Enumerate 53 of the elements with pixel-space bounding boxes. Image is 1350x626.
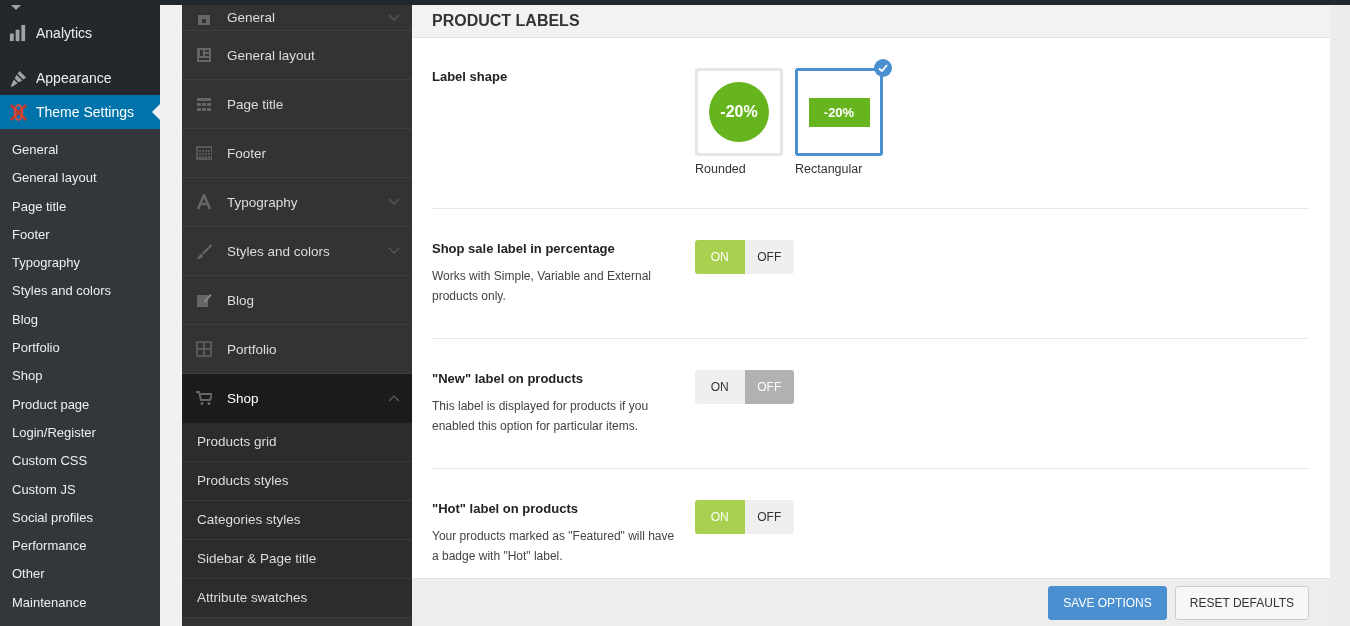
admin-menu-item[interactable]: Theme Settings (0, 95, 160, 129)
brush-icon (9, 68, 28, 88)
font-icon (196, 194, 212, 210)
submenu-item[interactable]: Blog (0, 305, 160, 335)
pointer-icon (152, 104, 160, 120)
submenu-item[interactable]: Social profiles (0, 503, 160, 533)
setting-label: Label shape (432, 68, 509, 86)
submenu-item[interactable]: Maintenance (0, 588, 160, 618)
submenu-item[interactable]: Portfolio (0, 334, 160, 363)
bar-chart-icon (9, 23, 28, 43)
setting-label: "New" label on products (432, 370, 584, 388)
setting-description: Works with Simple, Variable and External products only. (432, 268, 652, 305)
setting-description: This label is displayed for products if you enabled this option for particular items. (432, 398, 650, 435)
keyboard-icon (196, 145, 212, 161)
submenu-item[interactable]: Custom JS (0, 475, 160, 504)
setting-description: Your products marked as "Featured" will have a badge with "Hot" label. (432, 528, 676, 565)
grid-icon (196, 341, 212, 357)
check-icon (874, 59, 892, 77)
nav-subitem[interactable]: Attribute swatches (182, 579, 412, 618)
submenu-item[interactable]: Other (0, 560, 160, 589)
logo-icon (9, 102, 28, 122)
submenu-item[interactable]: Shop (0, 362, 160, 391)
sale-badge: -20% (709, 82, 769, 142)
admin-menu-item[interactable]: Analytics (0, 16, 160, 50)
layout-icon (196, 47, 212, 63)
grid-icon (196, 96, 212, 112)
submenu-item[interactable]: Product page (0, 390, 160, 419)
nav-subitem[interactable]: Products grid (182, 423, 412, 462)
submenu-item[interactable]: Styles and colors (0, 277, 160, 306)
section-title: PRODUCT LABELS (432, 12, 580, 30)
cart-icon (196, 390, 212, 406)
submenu-item[interactable]: General layout (0, 164, 160, 193)
edit-icon (196, 292, 212, 308)
submenu-item[interactable]: General (0, 136, 160, 165)
submenu-item[interactable]: Footer (0, 220, 160, 250)
nav-subitem[interactable]: Sidebar & Page title (182, 540, 412, 579)
nav-item[interactable]: Shop (182, 374, 412, 423)
nav-subitem[interactable]: Categories styles (182, 501, 412, 540)
nav-item[interactable]: General (182, 5, 412, 31)
sale-badge: -20% (808, 97, 870, 127)
brush-icon (196, 243, 212, 259)
nav-subitem[interactable]: Products styles (182, 462, 412, 501)
option-caption: Rounded (695, 162, 747, 176)
submenu-item[interactable]: Custom CSS (0, 447, 160, 476)
submenu-item[interactable]: Typography (0, 249, 160, 278)
admin-menu-item[interactable]: Appearance (0, 61, 160, 95)
submenu-item[interactable]: Performance (0, 532, 160, 561)
reset-button[interactable]: RESET DEFAULTS (1174, 585, 1309, 620)
submenu-item[interactable]: Login/Register (0, 418, 160, 448)
submenu-item[interactable]: Page title (0, 192, 160, 221)
option-caption: Rectangular (795, 162, 864, 176)
setting-label: "Hot" label on products (432, 500, 579, 518)
setting-label: Shop sale label in percentage (432, 240, 616, 258)
